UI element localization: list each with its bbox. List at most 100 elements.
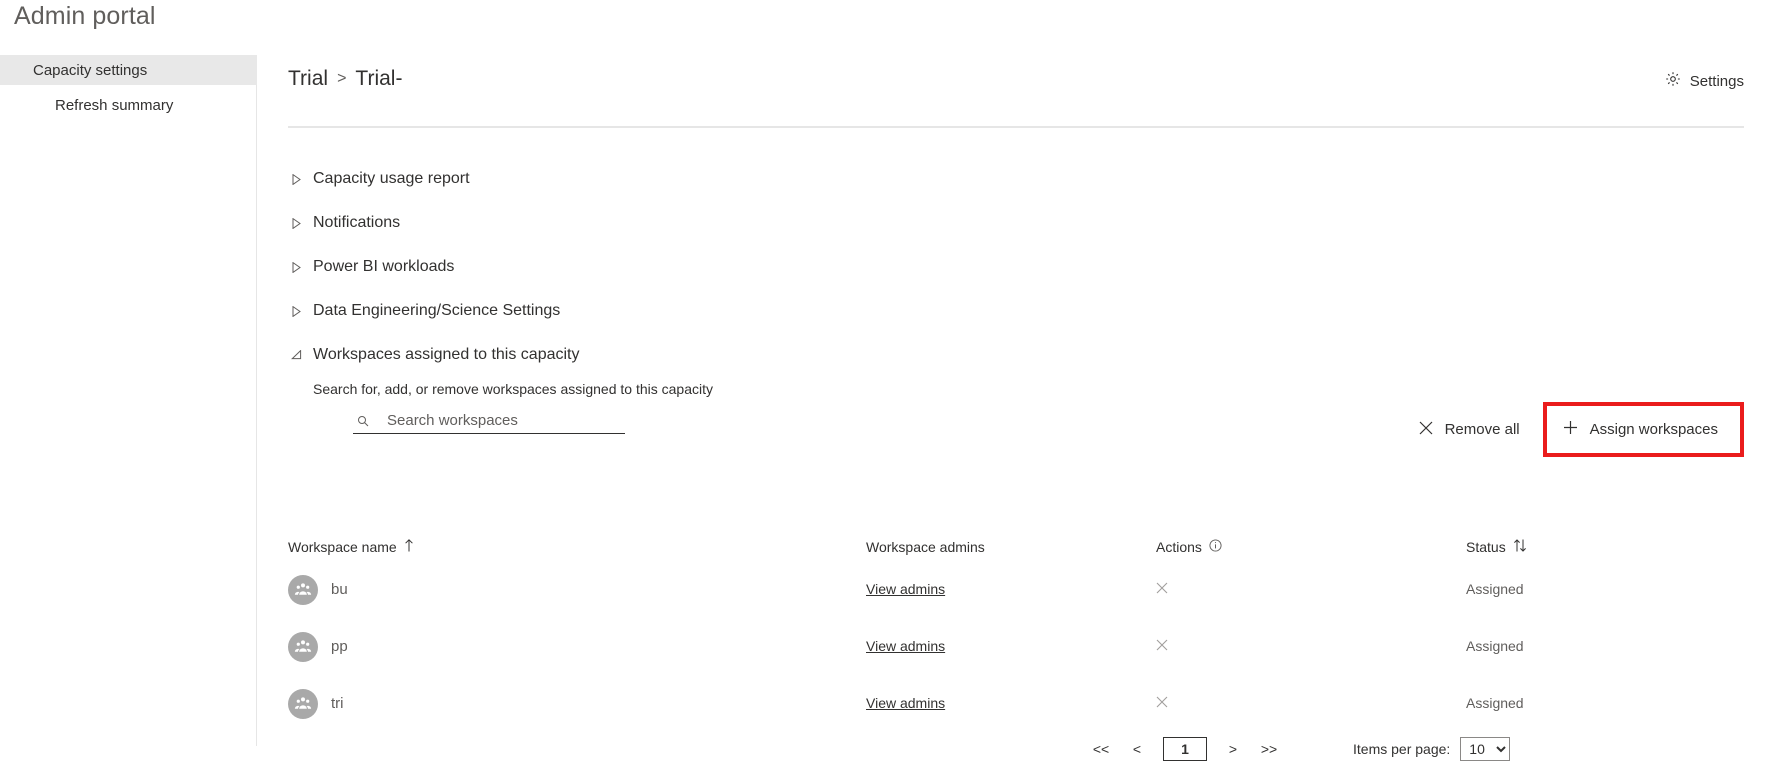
group-icon <box>288 631 318 662</box>
breadcrumb: Trial > Trial- <box>288 67 402 91</box>
column-header-status[interactable]: Status <box>1466 539 1744 555</box>
cell-actions <box>1156 581 1466 599</box>
cell-workspace-name: tri <box>288 688 866 719</box>
chevron-right-icon <box>288 261 304 273</box>
main-content: Trial > Trial- Settings Capacity usage r… <box>257 55 1767 761</box>
section-notifications[interactable]: Notifications <box>288 209 1744 237</box>
settings-sections: Capacity usage report Notifications Powe… <box>288 165 1744 457</box>
cell-workspace-name: pp <box>288 631 866 662</box>
last-page-button[interactable]: >> <box>1251 740 1287 758</box>
table-row[interactable]: pp View admins Assigned <box>288 618 1744 675</box>
column-label: Workspace admins <box>866 539 985 555</box>
sort-toggle-icon <box>1513 539 1527 555</box>
workspace-name: bu <box>331 581 348 598</box>
status-badge: Assigned <box>1466 580 1524 597</box>
search-icon <box>353 415 373 429</box>
cell-actions <box>1156 638 1466 656</box>
assign-workspaces-highlight: Assign workspaces <box>1542 402 1744 457</box>
plus-icon <box>1563 420 1578 439</box>
column-header-actions[interactable]: Actions <box>1156 539 1466 555</box>
workspace-actions: Remove all Assign workspaces <box>1409 402 1744 457</box>
cell-status: Assigned <box>1466 581 1744 599</box>
sort-ascending-icon <box>404 539 414 555</box>
header-divider <box>288 126 1744 128</box>
column-header-workspace-admins[interactable]: Workspace admins <box>866 539 1156 555</box>
table-header: Workspace name Workspace admins Actions … <box>288 533 1744 561</box>
remove-workspace-icon[interactable] <box>1156 581 1174 599</box>
breadcrumb-current[interactable]: Trial- <box>355 67 402 91</box>
column-label: Workspace name <box>288 539 397 555</box>
workspace-name: pp <box>331 638 348 655</box>
settings-button[interactable]: Settings <box>1665 71 1744 91</box>
cell-workspace-admins: View admins <box>866 638 1156 656</box>
view-admins-link[interactable]: View admins <box>866 695 945 711</box>
workspaces-panel: Search for, add, or remove workspaces as… <box>288 381 1744 457</box>
table-body: bu View admins Assigned pp View admins A… <box>288 561 1744 732</box>
sidebar-item-label: Refresh summary <box>55 96 174 114</box>
remove-workspace-icon[interactable] <box>1156 695 1174 713</box>
search-input[interactable] <box>373 412 625 429</box>
cell-workspace-admins: View admins <box>866 695 1156 713</box>
gear-icon <box>1665 71 1681 91</box>
section-label: Data Engineering/Science Settings <box>313 302 561 319</box>
next-page-button[interactable]: > <box>1215 740 1251 758</box>
column-header-workspace-name[interactable]: Workspace name <box>288 539 414 555</box>
previous-page-button[interactable]: < <box>1119 740 1155 758</box>
table-row[interactable]: bu View admins Assigned <box>288 561 1744 618</box>
section-label: Capacity usage report <box>313 170 470 187</box>
section-capacity-usage-report[interactable]: Capacity usage report <box>288 165 1744 193</box>
cell-status: Assigned <box>1466 638 1744 656</box>
search-field[interactable] <box>353 412 625 434</box>
chevron-right-icon <box>288 217 304 229</box>
items-per-page-select[interactable]: 102050100 <box>1460 737 1511 761</box>
section-label: Workspaces assigned to this capacity <box>313 346 580 363</box>
cell-status: Assigned <box>1466 695 1744 713</box>
column-label: Status <box>1466 539 1506 555</box>
close-x-icon <box>1419 421 1433 439</box>
chevron-right-icon <box>288 305 304 317</box>
pagination: << < > >> Items per page: 102050100 <box>288 737 1744 761</box>
assign-workspaces-button[interactable]: Assign workspaces <box>1553 420 1734 439</box>
table-header-row: Workspace name Workspace admins Actions … <box>288 533 1744 561</box>
workspaces-toolbar: Remove all Assign workspaces <box>313 402 1744 457</box>
column-label: Actions <box>1156 539 1202 555</box>
pagination-controls: << < > >> <box>1083 737 1287 761</box>
workspace-name: tri <box>331 695 344 712</box>
section-workspaces-assigned[interactable]: Workspaces assigned to this capacity <box>288 341 1744 369</box>
breadcrumb-root[interactable]: Trial <box>288 67 328 91</box>
table-row[interactable]: tri View admins Assigned <box>288 675 1744 732</box>
section-label: Notifications <box>313 214 401 231</box>
cell-actions <box>1156 695 1466 713</box>
section-data-engineering-science-settings[interactable]: Data Engineering/Science Settings <box>288 297 1744 325</box>
status-badge: Assigned <box>1466 694 1524 711</box>
chevron-right-icon <box>288 173 304 185</box>
remove-all-label: Remove all <box>1444 421 1520 438</box>
cell-workspace-admins: View admins <box>866 581 1156 599</box>
section-power-bi-workloads[interactable]: Power BI workloads <box>288 253 1744 281</box>
workspaces-table: Workspace name Workspace admins Actions … <box>288 533 1744 732</box>
workspaces-description: Search for, add, or remove workspaces as… <box>313 381 713 397</box>
cell-workspace-name: bu <box>288 574 866 605</box>
chevron-down-icon <box>288 350 304 360</box>
group-icon <box>288 574 318 605</box>
info-icon[interactable] <box>1209 539 1222 555</box>
breadcrumb-separator-icon: > <box>337 70 347 87</box>
sidebar-item-capacity-settings[interactable]: Capacity settings <box>0 55 257 85</box>
remove-all-button[interactable]: Remove all <box>1409 409 1530 451</box>
items-per-page-label: Items per page: <box>1353 741 1451 757</box>
view-admins-link[interactable]: View admins <box>866 638 945 654</box>
sidebar: Capacity settings Refresh summary <box>0 55 257 746</box>
items-per-page: Items per page: 102050100 <box>1353 737 1511 761</box>
sidebar-item-label: Capacity settings <box>33 61 148 79</box>
assign-workspaces-label: Assign workspaces <box>1589 421 1718 438</box>
settings-label: Settings <box>1689 72 1744 90</box>
group-icon <box>288 688 318 719</box>
remove-workspace-icon[interactable] <box>1156 638 1174 656</box>
sidebar-item-refresh-summary[interactable]: Refresh summary <box>0 90 256 120</box>
current-page-input[interactable] <box>1163 737 1207 761</box>
section-label: Power BI workloads <box>313 258 455 275</box>
view-admins-link[interactable]: View admins <box>866 581 945 597</box>
status-badge: Assigned <box>1466 637 1524 654</box>
page-title: Admin portal <box>14 2 156 30</box>
first-page-button[interactable]: << <box>1083 740 1119 758</box>
